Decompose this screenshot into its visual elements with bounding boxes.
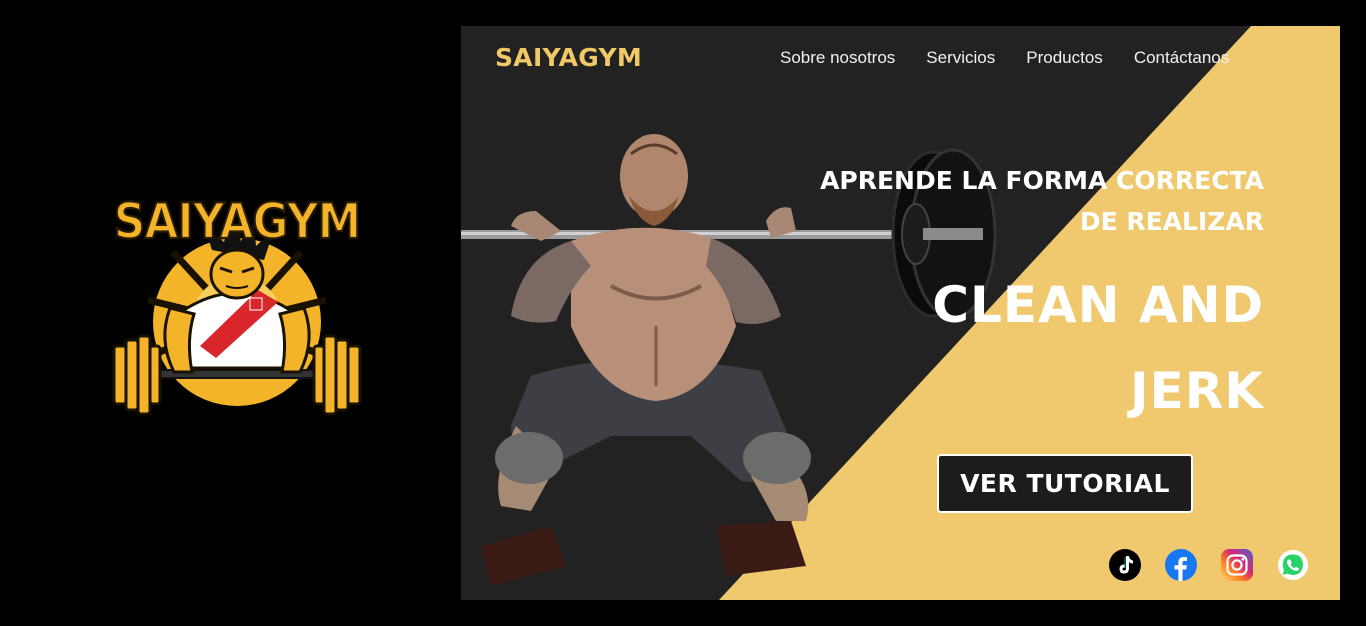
website-mockup: SAIYAGYM Sobre nosotros Servicios Produc… — [461, 26, 1340, 600]
social-links — [1109, 549, 1309, 581]
whatsapp-icon[interactable] — [1277, 549, 1309, 581]
hero-subtitle: APRENDE LA FORMA CORRECTA DE REALIZAR — [744, 160, 1264, 242]
instagram-icon[interactable] — [1221, 549, 1253, 581]
hero-subtitle-line1: APRENDE LA FORMA CORRECTA — [820, 166, 1264, 195]
facebook-icon[interactable] — [1165, 549, 1197, 581]
main-nav: Sobre nosotros Servicios Productos Contá… — [780, 48, 1229, 68]
hero-subtitle-line2: DE REALIZAR — [1079, 207, 1264, 236]
tiktok-icon[interactable] — [1109, 549, 1141, 581]
hero-title-line2: JERK — [1129, 362, 1264, 420]
hero-title-line1: CLEAN AND — [932, 276, 1264, 334]
nav-link-productos[interactable]: Productos — [1026, 48, 1103, 68]
ver-tutorial-button[interactable]: VER TUTORIAL — [937, 454, 1193, 513]
hero-title: CLEAN AND JERK — [844, 262, 1264, 434]
nav-link-sobre-nosotros[interactable]: Sobre nosotros — [780, 48, 895, 68]
site-brand[interactable]: SAIYAGYM — [495, 43, 642, 72]
logo-text: SAIYAGYM — [113, 192, 363, 251]
screenshot-stage: SAIYAGYM SAIYAGYM Sobre nosotros Servici… — [0, 0, 1366, 626]
nav-link-servicios[interactable]: Servicios — [926, 48, 995, 68]
nav-link-contactanos[interactable]: Contáctanos — [1134, 48, 1229, 68]
